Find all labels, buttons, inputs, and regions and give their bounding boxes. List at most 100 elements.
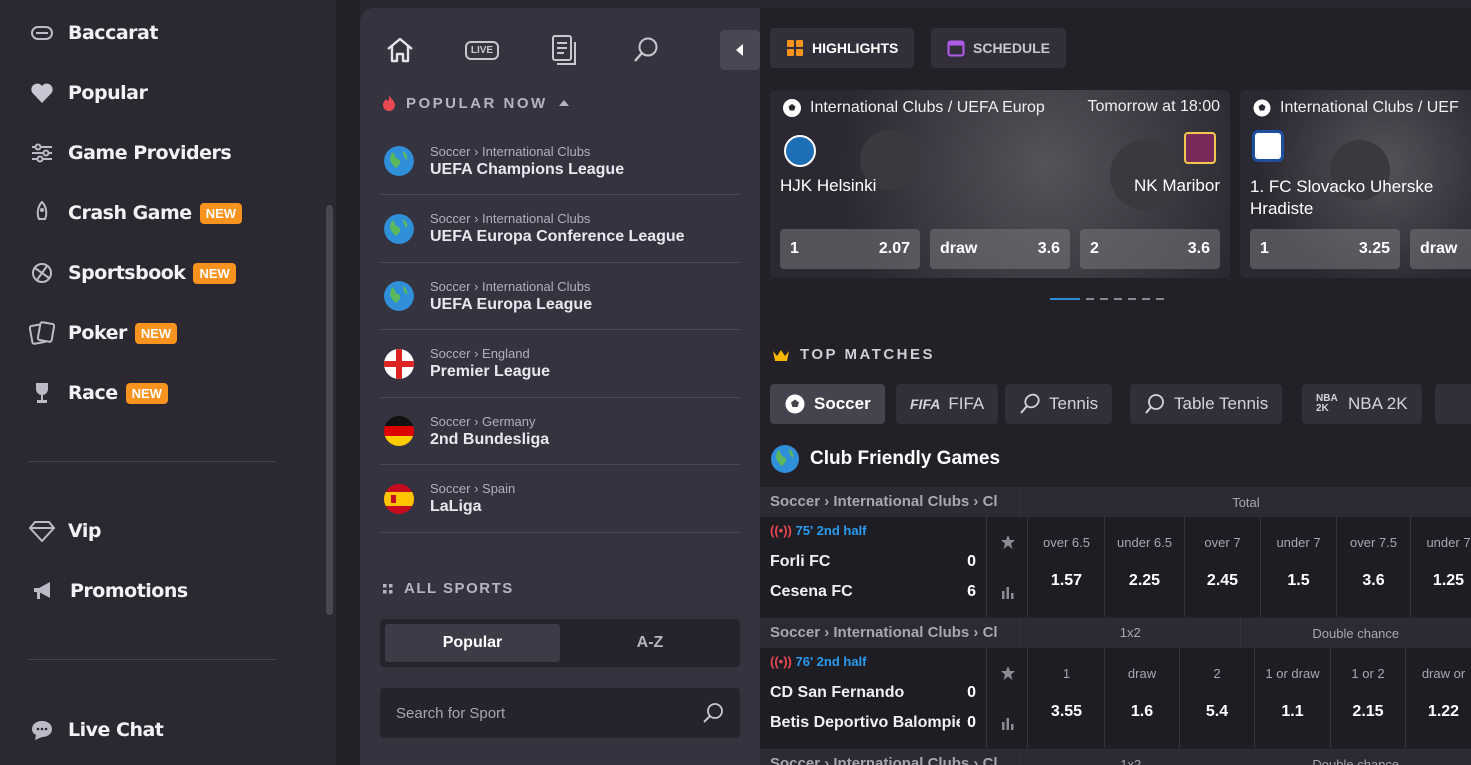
- odds-button-1[interactable]: 1 3.25: [1250, 229, 1400, 269]
- league-text: Soccer › International Clubs UEFA Europa …: [430, 211, 685, 246]
- search-icon[interactable]: [702, 702, 724, 724]
- sport-tab-table-tennis[interactable]: Table Tennis: [1130, 384, 1283, 424]
- league-sport: Soccer: [430, 481, 471, 496]
- odds-value: 1.25: [1432, 572, 1465, 589]
- betslip-icon[interactable]: [544, 30, 584, 70]
- top-matches-header: TOP MATCHES: [772, 346, 935, 363]
- odds-label: 1: [1062, 666, 1071, 681]
- popular-league-item[interactable]: Soccer › International Clubs UEFA Champio…: [380, 128, 740, 195]
- page-dot[interactable]: [1142, 298, 1150, 300]
- collapse-panel-button[interactable]: [720, 30, 760, 70]
- nav-item-poker[interactable]: Poker NEW: [28, 318, 178, 348]
- highlight-card[interactable]: International Clubs / UEFA Europ Tomorro…: [770, 90, 1230, 278]
- sort-az-button[interactable]: A-Z: [565, 624, 735, 662]
- page-dot[interactable]: [1128, 298, 1136, 300]
- match-row[interactable]: ((•)) 76' 2nd half CD San Fernando 0 Bet…: [760, 648, 1471, 748]
- match-status: 75' 2nd half: [795, 523, 867, 538]
- favorite-star-icon[interactable]: [988, 648, 1027, 698]
- calendar-icon: [947, 40, 965, 57]
- sort-popular-button[interactable]: Popular: [385, 624, 560, 662]
- popular-league-item[interactable]: Soccer › Spain LaLiga: [380, 466, 740, 533]
- popular-league-item[interactable]: Soccer › England Premier League: [380, 331, 740, 398]
- odds-cell[interactable]: over 6.5 1.57: [1029, 517, 1105, 617]
- odds-value: 3.55: [1050, 703, 1083, 720]
- page-dot[interactable]: [1086, 298, 1094, 300]
- page-dot[interactable]: [1050, 298, 1080, 300]
- home-icon[interactable]: [380, 30, 420, 70]
- league-sport: Soccer: [430, 143, 471, 159]
- nav-label: Vip: [68, 520, 101, 542]
- sport-tab-tennis[interactable]: Tennis: [1005, 384, 1113, 424]
- sport-tab-fifa[interactable]: FIFA FIFA: [896, 384, 999, 424]
- stats-icon[interactable]: [988, 567, 1027, 617]
- odds-label: 1 or 2: [1351, 666, 1385, 681]
- globe-flag-icon: [384, 146, 414, 176]
- odds-label: 2: [1090, 240, 1099, 257]
- league-title: UEFA Europa League: [430, 295, 593, 313]
- odds-button-draw[interactable]: draw: [1410, 229, 1471, 269]
- nav-item-vip[interactable]: Vip: [28, 516, 101, 546]
- match-row[interactable]: ((•)) 75' 2nd half Forli FC 0 Cesena FC …: [760, 517, 1471, 617]
- sport-tab-more[interactable]: [1435, 384, 1471, 424]
- popular-now-header[interactable]: POPULAR NOW: [382, 94, 570, 112]
- tab-highlights[interactable]: HIGHLIGHTS: [770, 28, 915, 68]
- live-icon[interactable]: LIVE: [462, 30, 502, 70]
- search-icon[interactable]: [626, 30, 666, 70]
- nav-item-game-providers[interactable]: Game Providers: [28, 138, 232, 168]
- league-name: International Clubs / UEFA Europ: [810, 99, 1045, 116]
- nav-item-live-chat[interactable]: Live Chat: [28, 715, 164, 745]
- odds-cell[interactable]: 1 3.55: [1029, 648, 1105, 748]
- sidebar-scrollbar[interactable]: [326, 205, 333, 615]
- globe-flag-icon: [384, 281, 414, 311]
- nav-item-promotions[interactable]: Promotions: [30, 576, 188, 606]
- odds-value: 5.4: [1205, 703, 1229, 720]
- match-header-row: Soccer › International Clubs › Cl Total: [760, 487, 1471, 517]
- sports-nav-toolbar: LIVE: [380, 30, 760, 70]
- sport-tab-soccer[interactable]: Soccer: [770, 384, 885, 424]
- nav-item-popular[interactable]: Popular: [28, 78, 148, 108]
- sport-search-box: [380, 688, 740, 738]
- nav-item-sportsbook[interactable]: Sportsbook NEW: [28, 258, 236, 288]
- odds-cell[interactable]: over 7 2.45: [1185, 517, 1261, 617]
- odds-cell[interactable]: under 6.5 2.25: [1105, 517, 1185, 617]
- odds-cell[interactable]: draw or 1.22: [1406, 648, 1471, 748]
- page-dot[interactable]: [1114, 298, 1122, 300]
- nav-item-baccarat[interactable]: Baccarat: [28, 18, 158, 48]
- new-badge: NEW: [199, 202, 243, 224]
- popular-league-item[interactable]: Soccer › International Clubs UEFA Europa …: [380, 263, 740, 330]
- odds-cell[interactable]: 1 or 2 2.15: [1331, 648, 1406, 748]
- favorite-star-icon[interactable]: [988, 517, 1027, 567]
- away-team: NK Maribor: [1134, 176, 1220, 195]
- tab-schedule[interactable]: SCHEDULE: [931, 28, 1067, 68]
- carousel-pagination[interactable]: [1050, 298, 1164, 300]
- popular-league-item[interactable]: Soccer › Germany 2nd Bundesliga: [380, 398, 740, 465]
- highlights-icon: [787, 40, 803, 56]
- odds-cell[interactable]: under 7 1.5: [1261, 517, 1337, 617]
- odds-button-1[interactable]: 1 2.07: [780, 229, 920, 269]
- odds-cell[interactable]: 2 5.4: [1180, 648, 1255, 748]
- sport-search-input[interactable]: [396, 704, 686, 722]
- card-header: International Clubs / UEFA Europ Tomorro…: [782, 98, 1220, 118]
- odds-cell[interactable]: 1 or draw 1.1: [1255, 648, 1331, 748]
- odds-button-draw[interactable]: draw 3.6: [930, 229, 1070, 269]
- nav-item-race[interactable]: Race NEW: [28, 378, 168, 408]
- league-sport: Soccer: [430, 211, 471, 226]
- nba2k-icon: NBA 2K: [1316, 393, 1338, 414]
- odds-cell[interactable]: over 7.5 3.6: [1337, 517, 1411, 617]
- main-content: HIGHLIGHTS SCHEDULE International Clubs …: [760, 8, 1471, 765]
- table-tennis-icon: [1145, 394, 1164, 414]
- odds-button-2[interactable]: 2 3.6: [1080, 229, 1220, 269]
- nav-item-crash-game[interactable]: Crash Game NEW: [28, 198, 243, 228]
- odds-cell[interactable]: under 7 1.25: [1411, 517, 1471, 617]
- sport-tab-nba2k[interactable]: NBA 2K NBA 2K: [1302, 384, 1422, 424]
- stats-icon[interactable]: [988, 698, 1027, 748]
- odds-value: 2.45: [1206, 572, 1239, 589]
- league-category: England: [482, 346, 530, 361]
- match-breadcrumb: Soccer › International Clubs › Cl: [760, 618, 1021, 648]
- popular-league-item[interactable]: Soccer › International Clubs UEFA Europa …: [380, 196, 740, 263]
- page-dot[interactable]: [1156, 298, 1164, 300]
- odds-cell[interactable]: draw 1.6: [1105, 648, 1180, 748]
- highlight-card[interactable]: International Clubs / UEF 1. FC Slovacko…: [1240, 90, 1471, 278]
- page-dot[interactable]: [1100, 298, 1108, 300]
- odds-label: over 7.5: [1350, 535, 1397, 550]
